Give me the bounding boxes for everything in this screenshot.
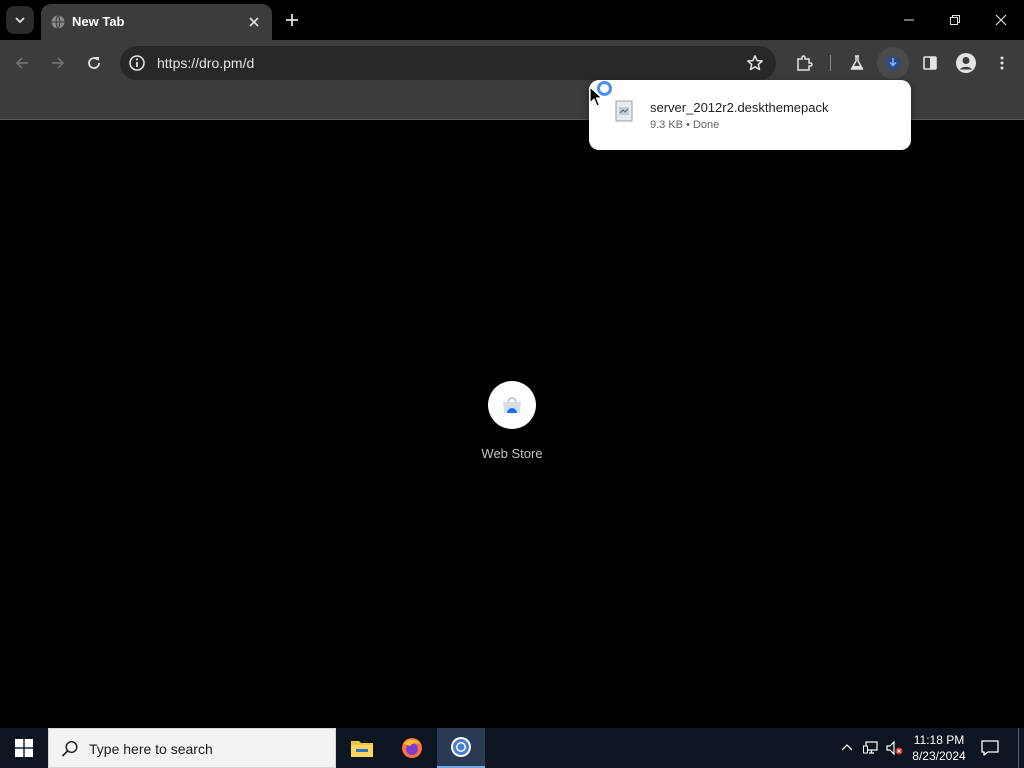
search-icon (61, 740, 79, 758)
address-bar[interactable]: https://dro.pm/d (120, 46, 776, 80)
side-panel-icon[interactable] (915, 48, 945, 78)
download-bubble: server_2012r2.deskthemepack 9.3 KB • Don… (589, 80, 911, 150)
notification-icon[interactable] (980, 738, 1000, 758)
arrow-left-icon[interactable] (7, 48, 37, 78)
tab-new-tab[interactable]: New Tab (41, 4, 272, 40)
chevron-down-icon[interactable] (6, 6, 34, 34)
star-icon[interactable] (746, 54, 764, 72)
avatar-icon[interactable] (951, 48, 981, 78)
shortcut-label: Web Store (481, 446, 543, 461)
kebab-menu-icon[interactable] (987, 48, 1017, 78)
arrow-right-icon[interactable] (43, 48, 73, 78)
system-clock[interactable]: 11:18 PM 8/23/2024 (906, 732, 972, 764)
shortcut-web-store[interactable]: Web Store (472, 381, 552, 461)
flask-icon[interactable] (842, 48, 872, 78)
close-icon[interactable] (245, 13, 263, 31)
minimize-button[interactable] (886, 0, 932, 40)
firefox-icon[interactable] (388, 728, 436, 768)
network-icon[interactable] (863, 740, 879, 756)
file-icon (614, 100, 634, 122)
windows-start-icon[interactable] (0, 728, 48, 768)
download-status: 9.3 KB • Done (650, 119, 720, 131)
puzzle-icon[interactable] (789, 48, 819, 78)
plus-icon[interactable] (280, 8, 304, 32)
tab-strip: New Tab (0, 0, 1024, 40)
taskbar-search-input[interactable]: Type here to search (48, 728, 336, 768)
download-filename[interactable]: server_2012r2.deskthemepack (650, 100, 829, 115)
restore-button[interactable] (932, 0, 978, 40)
clock-date: 8/23/2024 (912, 749, 966, 763)
close-window-button[interactable] (978, 0, 1024, 40)
clock-time: 11:18 PM (913, 733, 965, 747)
chevron-up-icon[interactable] (839, 740, 855, 756)
taskbar: Type here to search 11:18 PM 8/23/2024 (0, 728, 1024, 768)
mouse-cursor-icon (589, 86, 603, 108)
restore-icon (950, 15, 960, 25)
url-text[interactable]: https://dro.pm/d (157, 55, 254, 71)
web-store-icon[interactable] (488, 381, 536, 429)
show-desktop-button[interactable] (1018, 728, 1019, 768)
globe-icon (50, 14, 66, 30)
search-placeholder: Type here to search (89, 741, 213, 757)
minimize-icon (904, 19, 914, 21)
download-icon[interactable] (877, 47, 909, 79)
close-icon (995, 14, 1007, 26)
tab-title: New Tab (72, 14, 125, 29)
volume-muted-icon[interactable] (886, 740, 903, 756)
info-icon[interactable] (128, 54, 146, 72)
new-tab-page: Web Store (0, 121, 1024, 728)
reload-icon[interactable] (79, 48, 109, 78)
chrome-icon[interactable] (437, 728, 485, 768)
toolbar-divider (830, 55, 831, 71)
file-explorer-icon[interactable] (338, 728, 386, 768)
